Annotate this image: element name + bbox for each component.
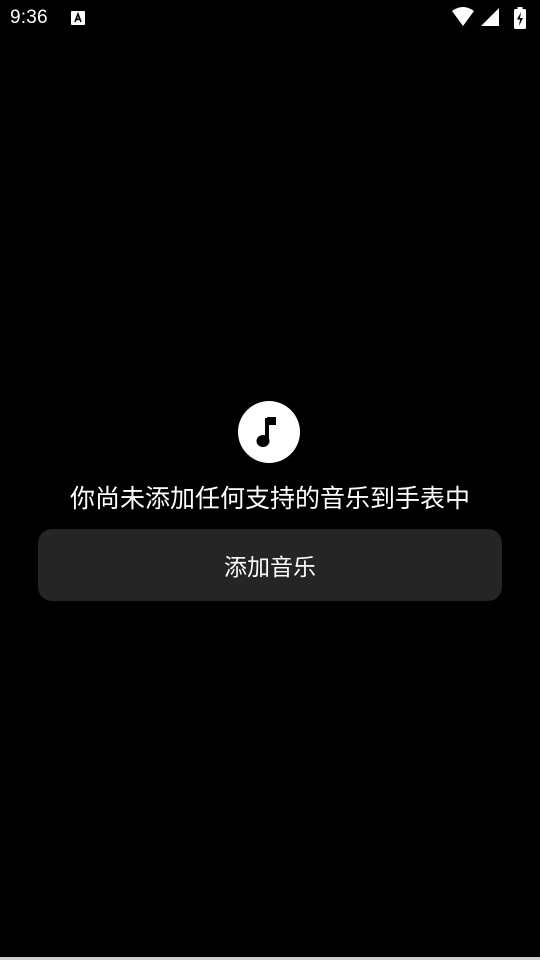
status-bar: 9:36 <box>0 0 540 36</box>
music-note-icon <box>238 401 300 463</box>
font-a-icon <box>70 10 86 26</box>
add-music-button[interactable]: 添加音乐 <box>38 529 502 601</box>
battery-charging-icon <box>514 7 526 29</box>
status-icons <box>452 7 532 29</box>
wifi-icon <box>452 7 474 26</box>
add-music-label: 添加音乐 <box>224 555 316 581</box>
empty-message: 你尚未添加任何支持的音乐到手表中 <box>69 484 470 513</box>
cell-signal-icon <box>481 8 499 26</box>
status-time: 9:36 <box>10 7 48 28</box>
